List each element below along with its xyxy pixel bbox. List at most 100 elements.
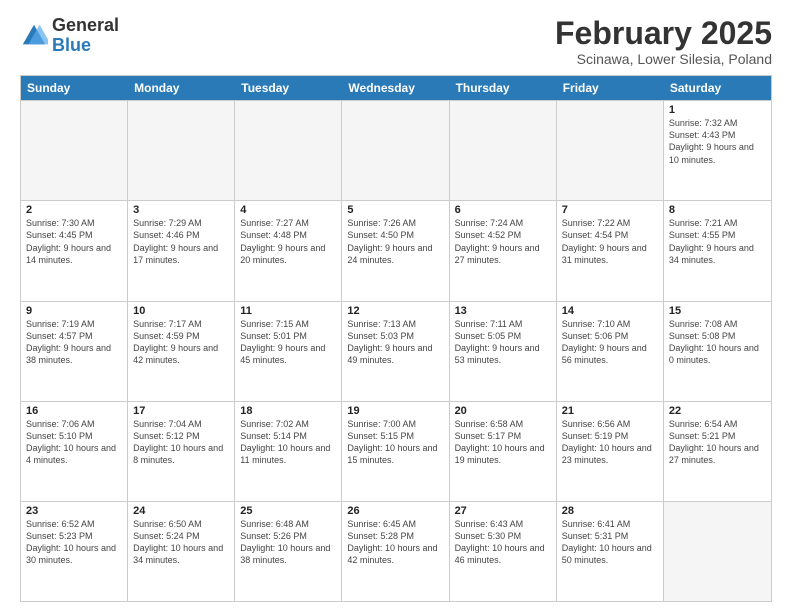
day-number: 6 xyxy=(455,204,551,216)
day-cell-6: 6Sunrise: 7:24 AM Sunset: 4:52 PM Daylig… xyxy=(450,201,557,300)
day-number: 17 xyxy=(133,405,229,417)
day-number: 9 xyxy=(26,305,122,317)
title-block: February 2025 Scinawa, Lower Silesia, Po… xyxy=(555,16,772,67)
header: General Blue February 2025 Scinawa, Lowe… xyxy=(20,16,772,67)
calendar-row-1: 2Sunrise: 7:30 AM Sunset: 4:45 PM Daylig… xyxy=(21,200,771,300)
day-info: Sunrise: 7:17 AM Sunset: 4:59 PM Dayligh… xyxy=(133,318,229,367)
day-info: Sunrise: 7:29 AM Sunset: 4:46 PM Dayligh… xyxy=(133,217,229,266)
day-number: 1 xyxy=(669,104,766,116)
day-info: Sunrise: 7:27 AM Sunset: 4:48 PM Dayligh… xyxy=(240,217,336,266)
day-number: 25 xyxy=(240,505,336,517)
day-cell-2: 2Sunrise: 7:30 AM Sunset: 4:45 PM Daylig… xyxy=(21,201,128,300)
day-cell-14: 14Sunrise: 7:10 AM Sunset: 5:06 PM Dayli… xyxy=(557,302,664,401)
calendar-row-4: 23Sunrise: 6:52 AM Sunset: 5:23 PM Dayli… xyxy=(21,501,771,601)
calendar-row-2: 9Sunrise: 7:19 AM Sunset: 4:57 PM Daylig… xyxy=(21,301,771,401)
day-cell-23: 23Sunrise: 6:52 AM Sunset: 5:23 PM Dayli… xyxy=(21,502,128,601)
day-info: Sunrise: 7:02 AM Sunset: 5:14 PM Dayligh… xyxy=(240,418,336,467)
day-info: Sunrise: 7:30 AM Sunset: 4:45 PM Dayligh… xyxy=(26,217,122,266)
day-number: 18 xyxy=(240,405,336,417)
day-number: 27 xyxy=(455,505,551,517)
logo-icon xyxy=(20,22,48,50)
day-info: Sunrise: 6:50 AM Sunset: 5:24 PM Dayligh… xyxy=(133,518,229,567)
header-day-saturday: Saturday xyxy=(664,76,771,100)
day-cell-19: 19Sunrise: 7:00 AM Sunset: 5:15 PM Dayli… xyxy=(342,402,449,501)
day-cell-13: 13Sunrise: 7:11 AM Sunset: 5:05 PM Dayli… xyxy=(450,302,557,401)
day-number: 14 xyxy=(562,305,658,317)
day-cell-26: 26Sunrise: 6:45 AM Sunset: 5:28 PM Dayli… xyxy=(342,502,449,601)
calendar-header: SundayMondayTuesdayWednesdayThursdayFrid… xyxy=(21,76,771,100)
day-info: Sunrise: 7:24 AM Sunset: 4:52 PM Dayligh… xyxy=(455,217,551,266)
day-cell-28: 28Sunrise: 6:41 AM Sunset: 5:31 PM Dayli… xyxy=(557,502,664,601)
day-number: 15 xyxy=(669,305,766,317)
day-info: Sunrise: 7:32 AM Sunset: 4:43 PM Dayligh… xyxy=(669,117,766,166)
day-number: 26 xyxy=(347,505,443,517)
day-number: 23 xyxy=(26,505,122,517)
day-number: 3 xyxy=(133,204,229,216)
day-number: 28 xyxy=(562,505,658,517)
calendar-row-0: 1Sunrise: 7:32 AM Sunset: 4:43 PM Daylig… xyxy=(21,100,771,200)
day-info: Sunrise: 6:56 AM Sunset: 5:19 PM Dayligh… xyxy=(562,418,658,467)
day-cell-11: 11Sunrise: 7:15 AM Sunset: 5:01 PM Dayli… xyxy=(235,302,342,401)
day-info: Sunrise: 6:41 AM Sunset: 5:31 PM Dayligh… xyxy=(562,518,658,567)
empty-cell-0-3 xyxy=(342,101,449,200)
day-cell-24: 24Sunrise: 6:50 AM Sunset: 5:24 PM Dayli… xyxy=(128,502,235,601)
day-info: Sunrise: 7:22 AM Sunset: 4:54 PM Dayligh… xyxy=(562,217,658,266)
logo: General Blue xyxy=(20,16,119,56)
day-cell-15: 15Sunrise: 7:08 AM Sunset: 5:08 PM Dayli… xyxy=(664,302,771,401)
calendar-row-3: 16Sunrise: 7:06 AM Sunset: 5:10 PM Dayli… xyxy=(21,401,771,501)
empty-cell-4-6 xyxy=(664,502,771,601)
day-number: 12 xyxy=(347,305,443,317)
day-cell-4: 4Sunrise: 7:27 AM Sunset: 4:48 PM Daylig… xyxy=(235,201,342,300)
empty-cell-0-5 xyxy=(557,101,664,200)
empty-cell-0-2 xyxy=(235,101,342,200)
day-number: 22 xyxy=(669,405,766,417)
day-info: Sunrise: 7:11 AM Sunset: 5:05 PM Dayligh… xyxy=(455,318,551,367)
day-cell-1: 1Sunrise: 7:32 AM Sunset: 4:43 PM Daylig… xyxy=(664,101,771,200)
day-cell-18: 18Sunrise: 7:02 AM Sunset: 5:14 PM Dayli… xyxy=(235,402,342,501)
logo-general: General xyxy=(52,16,119,36)
day-number: 7 xyxy=(562,204,658,216)
day-info: Sunrise: 7:19 AM Sunset: 4:57 PM Dayligh… xyxy=(26,318,122,367)
day-cell-21: 21Sunrise: 6:56 AM Sunset: 5:19 PM Dayli… xyxy=(557,402,664,501)
day-cell-8: 8Sunrise: 7:21 AM Sunset: 4:55 PM Daylig… xyxy=(664,201,771,300)
calendar: SundayMondayTuesdayWednesdayThursdayFrid… xyxy=(20,75,772,602)
header-day-tuesday: Tuesday xyxy=(235,76,342,100)
logo-blue: Blue xyxy=(52,36,119,56)
month-title: February 2025 xyxy=(555,16,772,51)
day-number: 16 xyxy=(26,405,122,417)
empty-cell-0-1 xyxy=(128,101,235,200)
day-cell-16: 16Sunrise: 7:06 AM Sunset: 5:10 PM Dayli… xyxy=(21,402,128,501)
day-info: Sunrise: 7:10 AM Sunset: 5:06 PM Dayligh… xyxy=(562,318,658,367)
day-cell-5: 5Sunrise: 7:26 AM Sunset: 4:50 PM Daylig… xyxy=(342,201,449,300)
day-cell-3: 3Sunrise: 7:29 AM Sunset: 4:46 PM Daylig… xyxy=(128,201,235,300)
day-number: 11 xyxy=(240,305,336,317)
day-cell-12: 12Sunrise: 7:13 AM Sunset: 5:03 PM Dayli… xyxy=(342,302,449,401)
day-cell-9: 9Sunrise: 7:19 AM Sunset: 4:57 PM Daylig… xyxy=(21,302,128,401)
empty-cell-0-4 xyxy=(450,101,557,200)
day-number: 19 xyxy=(347,405,443,417)
day-number: 20 xyxy=(455,405,551,417)
day-number: 13 xyxy=(455,305,551,317)
calendar-body: 1Sunrise: 7:32 AM Sunset: 4:43 PM Daylig… xyxy=(21,100,771,601)
location-subtitle: Scinawa, Lower Silesia, Poland xyxy=(555,51,772,67)
day-number: 4 xyxy=(240,204,336,216)
day-number: 5 xyxy=(347,204,443,216)
header-day-wednesday: Wednesday xyxy=(342,76,449,100)
page: General Blue February 2025 Scinawa, Lowe… xyxy=(0,0,792,612)
day-info: Sunrise: 7:13 AM Sunset: 5:03 PM Dayligh… xyxy=(347,318,443,367)
day-info: Sunrise: 6:58 AM Sunset: 5:17 PM Dayligh… xyxy=(455,418,551,467)
day-info: Sunrise: 6:45 AM Sunset: 5:28 PM Dayligh… xyxy=(347,518,443,567)
day-info: Sunrise: 6:52 AM Sunset: 5:23 PM Dayligh… xyxy=(26,518,122,567)
day-cell-20: 20Sunrise: 6:58 AM Sunset: 5:17 PM Dayli… xyxy=(450,402,557,501)
day-cell-17: 17Sunrise: 7:04 AM Sunset: 5:12 PM Dayli… xyxy=(128,402,235,501)
day-cell-10: 10Sunrise: 7:17 AM Sunset: 4:59 PM Dayli… xyxy=(128,302,235,401)
day-number: 24 xyxy=(133,505,229,517)
day-number: 21 xyxy=(562,405,658,417)
day-number: 8 xyxy=(669,204,766,216)
day-cell-7: 7Sunrise: 7:22 AM Sunset: 4:54 PM Daylig… xyxy=(557,201,664,300)
day-cell-22: 22Sunrise: 6:54 AM Sunset: 5:21 PM Dayli… xyxy=(664,402,771,501)
day-info: Sunrise: 7:26 AM Sunset: 4:50 PM Dayligh… xyxy=(347,217,443,266)
day-cell-25: 25Sunrise: 6:48 AM Sunset: 5:26 PM Dayli… xyxy=(235,502,342,601)
day-info: Sunrise: 6:43 AM Sunset: 5:30 PM Dayligh… xyxy=(455,518,551,567)
header-day-friday: Friday xyxy=(557,76,664,100)
